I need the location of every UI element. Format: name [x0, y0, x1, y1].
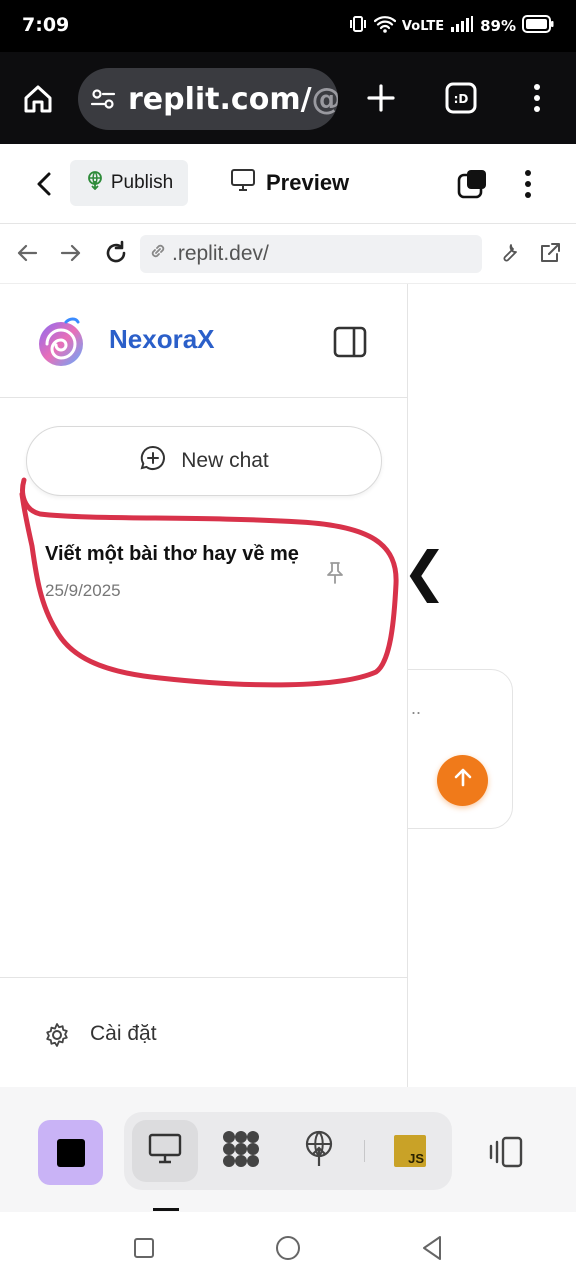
packages-icon: [220, 1129, 262, 1174]
preview-content: ❮ .. NexoraX New chat Viết một bài thơ h…: [0, 284, 576, 1087]
switch-layout-icon[interactable]: [484, 1129, 530, 1175]
url-text: replit.com/@t: [128, 82, 338, 117]
wifi-icon: [373, 15, 397, 37]
nav-back-icon[interactable]: [12, 238, 42, 268]
webview-tool[interactable]: [132, 1120, 198, 1182]
replit-menu-icon[interactable]: [515, 164, 541, 204]
js-label: JS: [408, 1151, 424, 1166]
gear-icon: [44, 1022, 70, 1053]
url-bar[interactable]: replit.com/@t: [78, 68, 338, 130]
publish-button[interactable]: Publish: [70, 160, 188, 206]
settings-row[interactable]: Cài đặt: [30, 1008, 370, 1062]
arrow-up-icon: [452, 767, 474, 794]
link-icon: [148, 241, 168, 267]
battery-icon: [522, 15, 554, 37]
tab-switcher-icon[interactable]: :D: [442, 79, 480, 117]
recents-icon[interactable]: [128, 1232, 160, 1264]
tool-separator: [364, 1140, 365, 1162]
stop-square-icon: [56, 1138, 85, 1167]
preview-address: .replit.dev/: [172, 242, 269, 265]
back-chevron-icon[interactable]: [26, 164, 62, 204]
url-rest: @t: [312, 82, 338, 117]
publish-label: Publish: [110, 172, 174, 193]
deploy-tool[interactable]: [288, 1120, 350, 1182]
preview-address-field[interactable]: .replit.dev/: [140, 235, 482, 273]
network-label: VoLTE: [401, 18, 445, 34]
preview-label: Preview: [266, 170, 350, 195]
home-icon[interactable]: [18, 79, 58, 119]
js-icon: JS: [394, 1135, 426, 1167]
browser-menu-icon[interactable]: [522, 79, 552, 117]
url-main: replit.com/: [128, 82, 312, 117]
battery-percent: 89%: [480, 17, 516, 35]
send-button[interactable]: [437, 755, 488, 806]
windows-icon[interactable]: [452, 164, 492, 204]
replit-bottom-toolbar: JS: [0, 1087, 576, 1212]
new-tab-icon[interactable]: [362, 79, 400, 117]
open-external-icon[interactable]: [535, 238, 565, 268]
preview-navigation: .replit.dev/: [0, 224, 576, 284]
annotation-circle: [19, 477, 399, 688]
status-time: 7:09: [22, 14, 70, 36]
system-navigation-bar: [0, 1212, 576, 1280]
tool-group: JS: [124, 1112, 452, 1190]
vibrate-icon: [348, 14, 368, 38]
browser-toolbar: replit.com/@t :D: [0, 52, 576, 144]
settings-label: Cài đặt: [90, 1022, 157, 1045]
sidebar-footer: Cài đặt: [0, 977, 408, 1087]
monitor-icon: [148, 1133, 182, 1170]
signal-icon: [450, 16, 474, 36]
deploy-globe-icon: [302, 1130, 336, 1173]
devtools-wrench-icon[interactable]: [494, 238, 524, 268]
home-circle-icon[interactable]: [270, 1230, 306, 1266]
publish-icon: [85, 170, 105, 196]
monitor-icon: [230, 168, 256, 198]
stop-button[interactable]: [38, 1120, 103, 1185]
preview-tab[interactable]: Preview: [230, 160, 349, 206]
js-file-tool[interactable]: JS: [379, 1120, 441, 1182]
back-triangle-icon[interactable]: [414, 1230, 450, 1266]
svg-text::D: :D: [454, 92, 469, 106]
nav-forward-icon[interactable]: [56, 238, 86, 268]
active-tool-indicator: [153, 1208, 179, 1211]
replit-header: Publish Preview: [0, 144, 576, 224]
workflows-tool[interactable]: [210, 1120, 272, 1182]
status-indicators: VoLTE 89%: [348, 14, 554, 38]
reload-icon[interactable]: [100, 237, 132, 269]
status-bar: 7:09 VoLTE 89%: [0, 0, 576, 52]
site-settings-icon[interactable]: [90, 86, 116, 112]
